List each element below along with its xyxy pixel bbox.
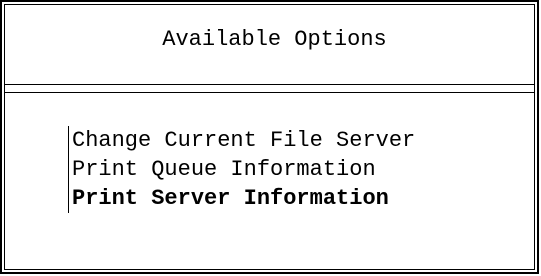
options-list: Change Current File Server Print Queue I… bbox=[68, 126, 415, 213]
option-print-server-information[interactable]: Print Server Information bbox=[69, 184, 415, 213]
menu-title-area: Available Options bbox=[2, 2, 537, 84]
title-divider-bottom bbox=[4, 92, 535, 93]
option-change-current-file-server[interactable]: Change Current File Server bbox=[69, 126, 415, 155]
menu-title: Available Options bbox=[162, 27, 387, 52]
available-options-menu: Available Options Change Current File Se… bbox=[0, 0, 539, 274]
title-divider-top bbox=[4, 84, 535, 85]
option-print-queue-information[interactable]: Print Queue Information bbox=[69, 155, 415, 184]
